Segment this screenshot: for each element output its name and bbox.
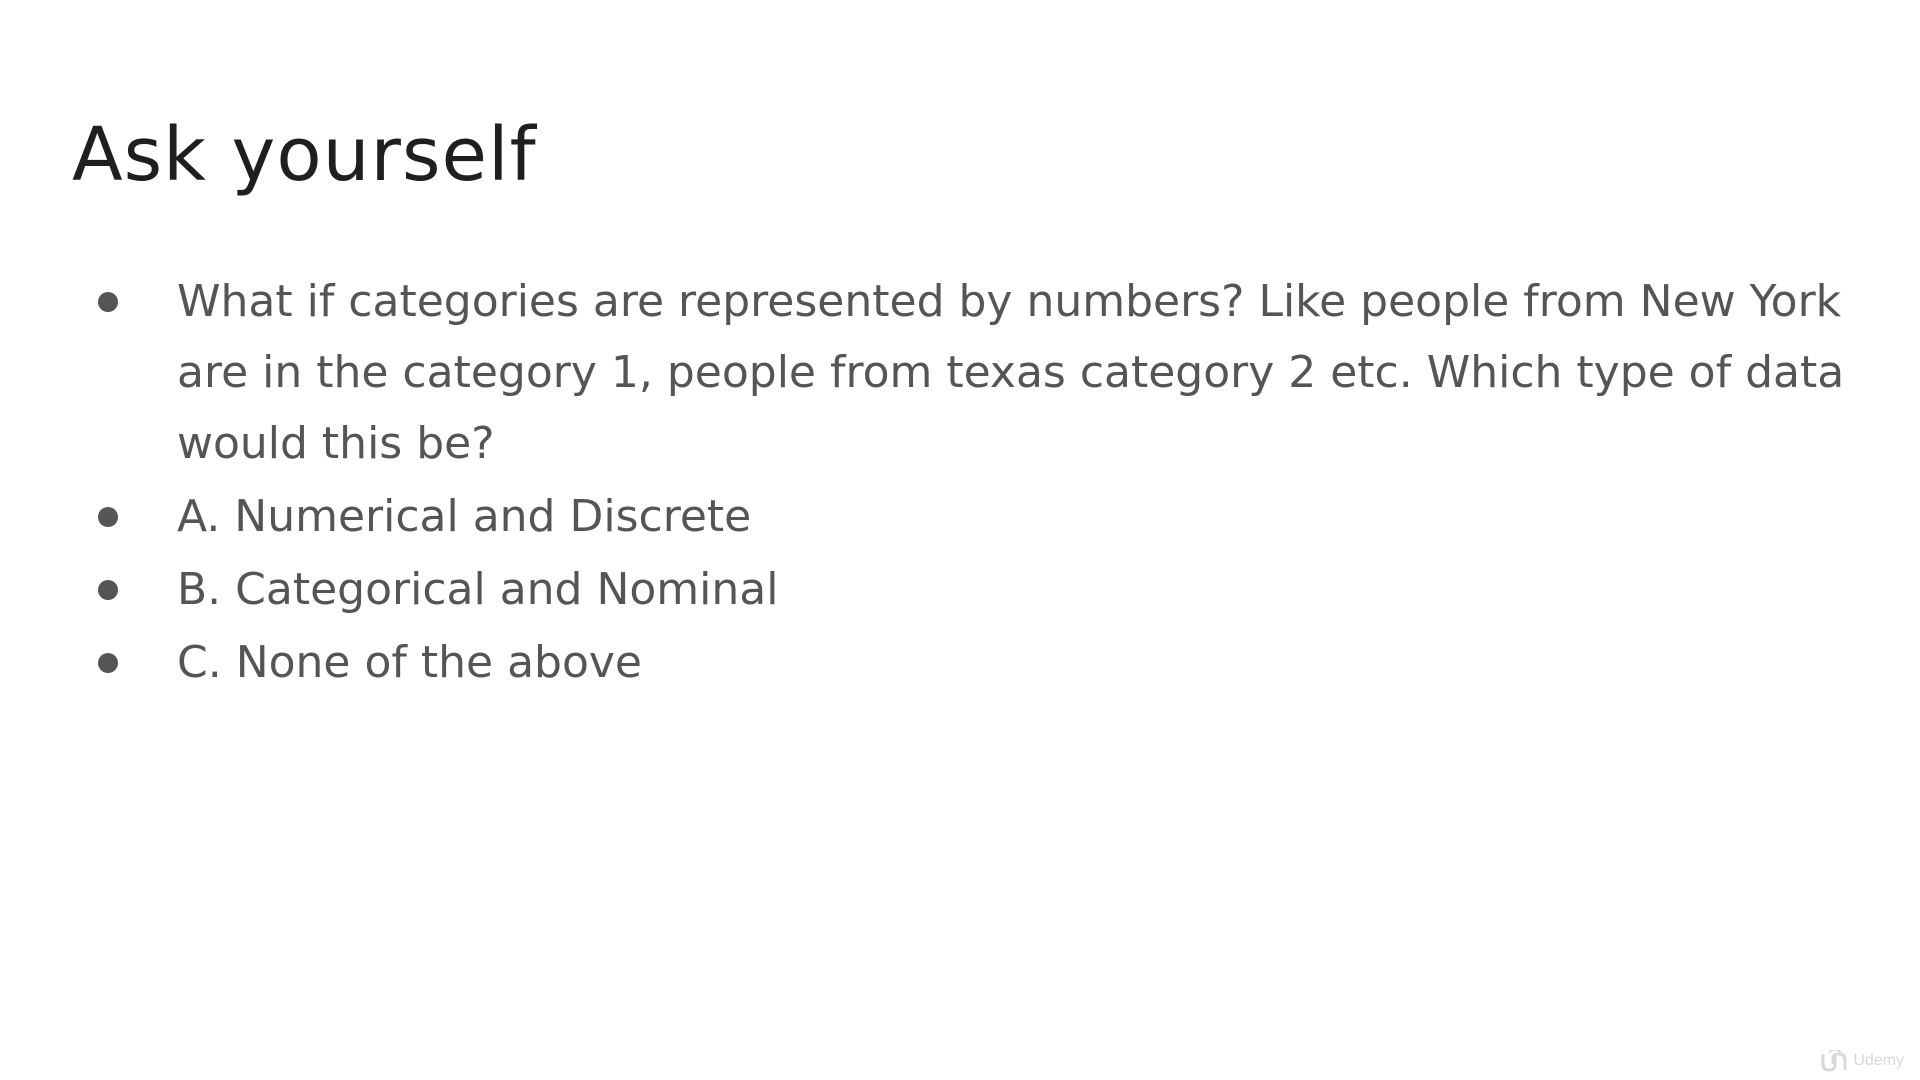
bullet-option-c: C. None of the above	[90, 627, 1920, 698]
bullet-question: What if categories are represented by nu…	[90, 266, 1920, 479]
bullet-option-a: A. Numerical and Discrete	[90, 481, 1920, 552]
udemy-watermark: Udemy	[1819, 1050, 1904, 1072]
bullet-text: C. None of the above	[177, 637, 642, 688]
bullet-list: What if categories are represented by nu…	[90, 266, 1920, 700]
watermark-brand: Udemy	[1853, 1052, 1904, 1069]
bullet-option-b: B. Categorical and Nominal	[90, 554, 1920, 625]
bullet-dot-icon	[98, 507, 118, 527]
bullet-dot-icon	[98, 580, 118, 600]
bullet-text: B. Categorical and Nominal	[177, 564, 779, 615]
udemy-logo-icon	[1821, 1050, 1847, 1072]
slide: Ask yourself What if categories are repr…	[0, 0, 1920, 1080]
bullet-text: A. Numerical and Discrete	[177, 491, 752, 542]
bullet-text: What if categories are represented by nu…	[177, 276, 1845, 469]
bullet-dot-icon	[98, 292, 118, 312]
slide-title: Ask yourself	[72, 112, 537, 198]
bullet-dot-icon	[98, 653, 118, 673]
